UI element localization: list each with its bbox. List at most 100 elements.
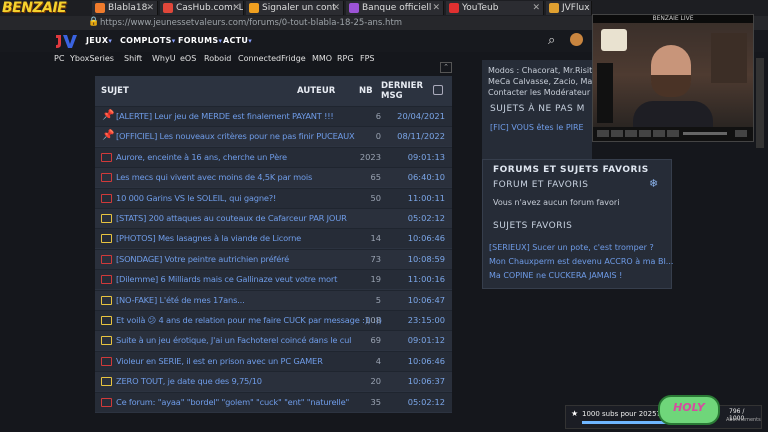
topic-row[interactable]: Ce forum: "ayaa" "bordel" "golem" "cuck"… [95,391,452,412]
topic-last-message-date[interactable]: 06:40:10 [385,172,445,182]
topic-row[interactable]: [STATS] 200 attaques au couteaux de Cafa… [95,208,452,228]
subs-goal-label: Abonnements [726,417,761,423]
topic-title-link[interactable]: [STATS] 200 attaques au couteaux de Cafa… [116,213,347,223]
favorite-topic-link[interactable]: Mon Chauxperm est devenu ACCRO à ma BI..… [489,257,673,266]
folder-icon [101,275,112,285]
site-logo[interactable] [54,32,78,50]
favorite-topic-link[interactable]: [SERIEUX] Sucer un pote, c'est tromper ? [489,243,654,252]
topic-row[interactable]: [SONDAGE] Votre peintre autrichien préfé… [95,248,452,269]
nav-forums[interactable]: FORUMS▾ [178,36,222,45]
folder-icon [101,336,112,346]
topic-title-link[interactable]: Ce forum: "ayaa" "bordel" "golem" "cuck"… [116,397,349,407]
browser-tab-jvflux[interactable]: JVFlux [546,1,592,15]
topic-row[interactable]: [NO-FAKE] L'été de mes 17ans... 5 10:06:47 [95,289,452,310]
header-auteur[interactable]: AUTEUR [297,86,335,96]
topic-last-message-date[interactable]: 10:06:46 [385,233,445,243]
contact-mods-link[interactable]: Contacter les Modérateur [488,88,590,97]
topic-title-link[interactable]: Et voilà 😕 4 ans de relation pour me fai… [116,315,382,325]
topic-row[interactable]: Et voilà 😕 4 ans de relation pour me fai… [95,310,452,330]
subnav-yboxseries[interactable]: YboxSeries [70,54,114,63]
page-scrollbar[interactable] [756,58,764,148]
subnav-connectedfridge[interactable]: ConnectedFridge [238,54,306,63]
topic-title-link[interactable]: Aurore, enceinte à 16 ans, cherche un Pè… [116,152,287,162]
url-field[interactable]: https://www.jeunessetvaleurs.com/forums/… [100,17,402,29]
header-nb[interactable]: NB [359,86,373,96]
subnav-fps[interactable]: FPS [360,54,375,63]
topic-title-link[interactable]: 10 000 Garins VS le SOLEIL, qui gagne?! [116,193,276,203]
browser-tab-blabla[interactable]: Blabla18- ✕ [92,1,158,15]
subnav-shift[interactable]: Shift [124,54,142,63]
account-avatar-icon[interactable] [570,33,583,46]
header-sujet[interactable]: SUJET [101,86,129,96]
subnav-whyu[interactable]: WhyU [152,54,176,63]
topic-row[interactable]: Suite à un jeu érotique, J'ai un Fachote… [95,330,452,351]
topic-row[interactable]: ZERO TOUT, je date que des 9,75/10 20 10:0… [95,371,452,392]
topic-last-message-date[interactable]: 05:02:12 [385,397,445,407]
moderators-list[interactable]: MeCa Calvasse, Zacio, Ma [488,77,592,86]
topic-last-message-date[interactable]: 11:00:11 [385,193,445,203]
topic-row[interactable]: Violeur en SERIE, il est en prison avec … [95,350,452,371]
browser-tab-cashub[interactable]: CasHub.com: Le ✕ [160,1,244,15]
topic-title-link[interactable]: [Dilemme] 6 Milliards mais ce Gallinaze … [116,274,337,284]
search-icon[interactable]: ⌕ [548,33,555,48]
topic-last-message-date[interactable]: 10:06:47 [385,295,445,305]
collapse-arrow-icon[interactable]: ⌃ [440,62,452,73]
topic-row[interactable]: Les mecs qui vivent avec moins de 4,5K p… [95,167,452,188]
topic-title-link[interactable]: [OFFICIEL] Les nouveaux critères pour ne… [116,131,355,141]
topic-row[interactable]: [Dilemme] 6 Milliards mais ce Gallinaze … [95,269,452,290]
browser-tab-signaler[interactable]: Signaler un cont ✕ [246,1,344,15]
browser-tab-banque[interactable]: Banque officiell ✕ [346,1,444,15]
topic-row[interactable]: 📌 [OFFICIEL] Les nouveaux critères pour n… [95,126,452,147]
topic-row[interactable]: [PHOTOS] Mes lasagnes à la viande de Lic… [95,228,452,249]
tab-favicon-icon [163,3,173,13]
topic-last-message-date[interactable]: 10:08:59 [385,254,445,264]
topic-last-message-date[interactable]: 09:01:13 [385,152,445,162]
webcam-overlay: BENZAIE LIVE [592,14,754,142]
topic-last-message-date[interactable]: 11:00:16 [385,274,445,284]
topic-title-link[interactable]: Les mecs qui vivent avec moins de 4,5K p… [116,172,312,182]
browser-tab-youteub[interactable]: YouTeub ✕ [446,1,544,15]
close-tab-icon[interactable]: ✕ [532,1,540,15]
subnav-rpg[interactable]: RPG [337,54,354,63]
topic-row[interactable]: 10 000 Garins VS le SOLEIL, qui gagne?! 5… [95,187,452,208]
lock-icon: 🔒 [88,17,100,27]
topic-title-link[interactable]: Suite à un jeu érotique, J'ai un Fachote… [116,335,351,345]
topic-last-message-date[interactable]: 09:01:12 [385,335,445,345]
settings-snowflake-icon[interactable]: ❄ [649,177,658,190]
topic-last-message-date[interactable]: 05:02:12 [385,213,445,223]
nav-jeux[interactable]: JEUX▾ [86,36,112,45]
cam-control-button [639,130,651,137]
topic-title-link[interactable]: Violeur en SERIE, il est en prison avec … [116,356,323,366]
folder-icon [101,152,112,162]
subnav-mmo[interactable]: MMO [312,54,332,63]
nav-label: JEUX [86,36,109,45]
topic-title-link[interactable]: [PHOTOS] Mes lasagnes à la viande de Lic… [116,233,301,243]
topic-last-message-date[interactable]: 10:06:46 [385,356,445,366]
close-tab-icon[interactable]: ✕ [432,1,440,15]
topic-title-link[interactable]: [ALERTE] Leur jeu de MERDE est finalemen… [116,111,334,121]
topic-last-message-date[interactable]: 08/11/2022 [385,131,445,141]
subnav-eos[interactable]: eOS [180,54,196,63]
favorite-topic-link[interactable]: Ma COPINE ne CUCKERA JAMAIS ! [489,271,622,280]
topic-title-link[interactable]: ZERO TOUT, je date que des 9,75/10 [116,376,262,386]
cam-control-button [667,130,679,137]
close-tab-icon[interactable]: ✕ [232,1,240,15]
nav-complots[interactable]: COMPLOTS▾ [120,36,176,45]
subnav-pc[interactable]: PC [54,54,64,63]
topic-last-message-date[interactable]: 20/04/2021 [385,111,445,121]
topic-row[interactable]: Aurore, enceinte à 16 ans, cherche un Pè… [95,146,452,167]
close-tab-icon[interactable]: ✕ [146,1,154,15]
fic-topic-link[interactable]: [FIC] VOUS êtes le PIRE [490,123,584,132]
close-tab-icon[interactable]: ✕ [332,1,340,15]
nav-actu[interactable]: ACTU▾ [223,36,252,45]
topic-title-link[interactable]: [NO-FAKE] L'été de mes 17ans... [116,295,245,305]
topic-last-message-date[interactable]: 23:15:00 [385,315,445,325]
forum-table-header: SUJET AUTEUR NB DERNIER MSG [95,76,452,106]
topic-row[interactable]: 📌 [ALERTE] Leur jeu de MERDE est finaleme… [95,106,452,126]
subnav-roboid[interactable]: Roboid [204,54,231,63]
topic-last-message-date[interactable]: 10:06:37 [385,376,445,386]
topic-title-link[interactable]: [SONDAGE] Votre peintre autrichien préfé… [116,254,289,264]
tab-favicon-icon [449,3,459,13]
select-all-checkbox[interactable] [433,85,443,95]
header-dernier[interactable]: DERNIER [381,81,423,91]
